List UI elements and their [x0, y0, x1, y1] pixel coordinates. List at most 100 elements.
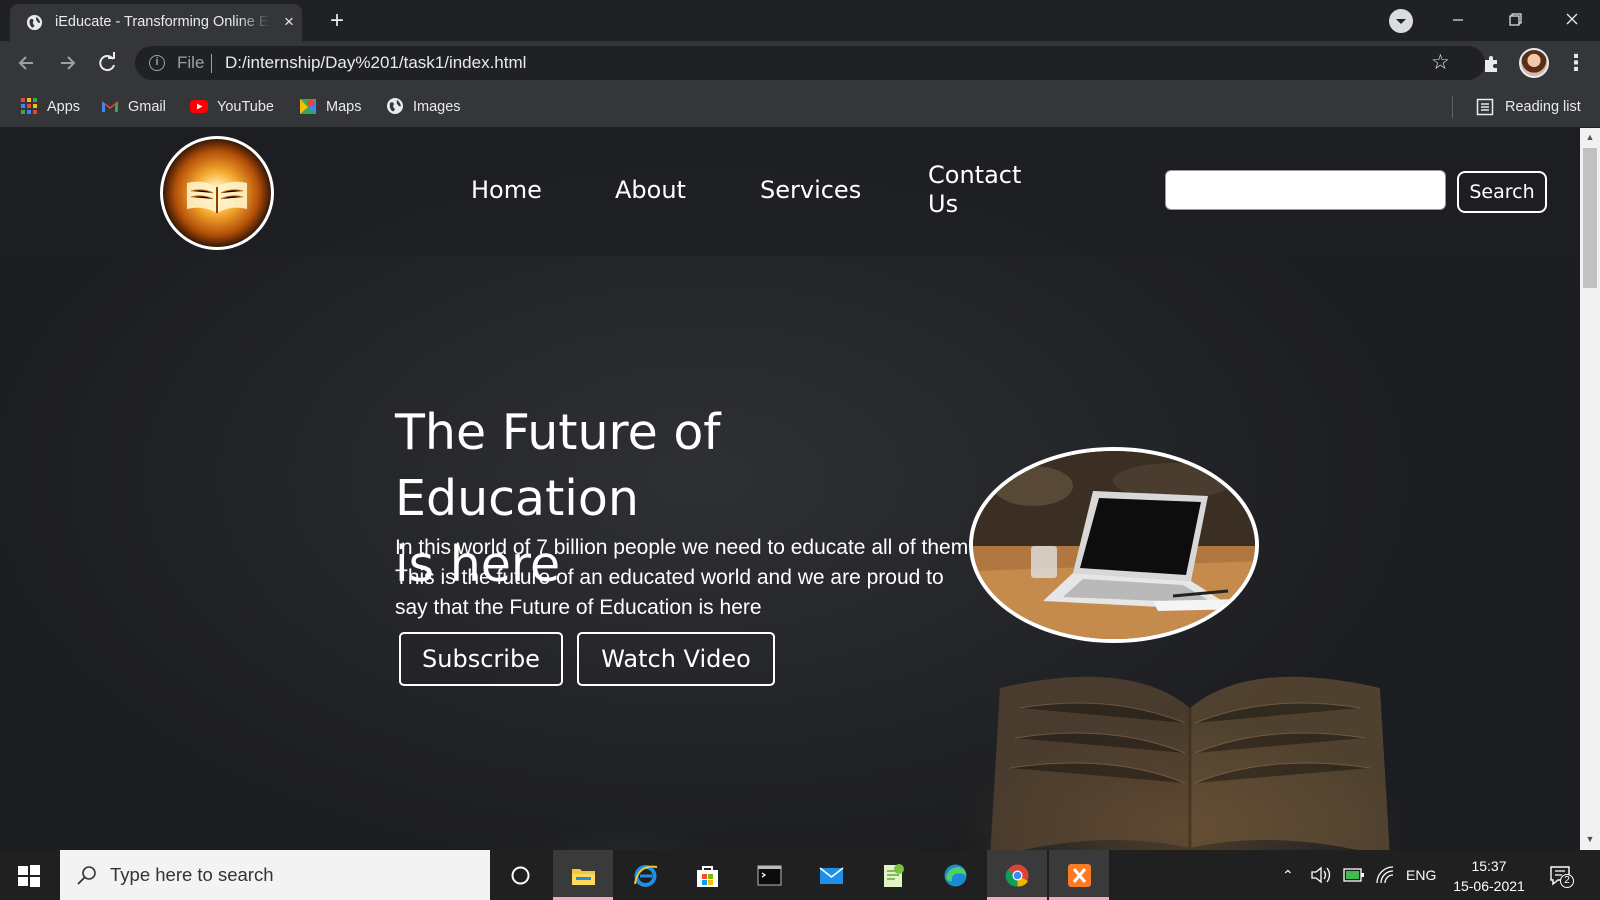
notepad-plus-icon — [884, 864, 904, 887]
laptop-illustration — [973, 451, 1255, 639]
bookmark-label: Gmail — [128, 99, 166, 115]
mail-envelope-icon — [819, 867, 844, 884]
hero-description: In this world of 7 billion people we nee… — [395, 536, 975, 619]
mail-button[interactable] — [801, 850, 861, 900]
bookmarks-bar: Apps Gmail YouTube Maps Images Reading l… — [0, 86, 1600, 128]
browser-tab-active[interactable]: iEducate - Transforming Online Education… — [10, 4, 302, 41]
page-scrollbar[interactable]: ▲ ▼ — [1580, 128, 1600, 850]
edge-button[interactable] — [925, 850, 985, 900]
scroll-down-arrow-icon[interactable]: ▼ — [1585, 834, 1595, 844]
minimize-icon[interactable] — [1443, 6, 1473, 34]
windows-taskbar: Type here to search ⌃ ENG 15:37 15-06-20… — [0, 850, 1600, 900]
clock-time: 15:37 — [1471, 858, 1507, 874]
site-search-input[interactable] — [1165, 170, 1446, 210]
extensions-puzzle-icon[interactable] — [1480, 51, 1504, 75]
chrome-icon — [1005, 864, 1029, 887]
internet-explorer-icon — [634, 865, 658, 887]
task-view-icon — [511, 866, 530, 885]
new-tab-button[interactable]: + — [323, 8, 351, 36]
browser-toolbar: i File D:/internship/Day%201/task1/index… — [0, 41, 1600, 86]
watch-video-button[interactable]: Watch Video — [577, 632, 775, 686]
book-logo[interactable] — [160, 136, 274, 250]
file-explorer-button[interactable] — [553, 850, 613, 900]
windows-start-icon[interactable] — [18, 865, 40, 887]
tab-search-icon[interactable] — [1389, 9, 1413, 33]
bookmarks-divider — [1452, 96, 1453, 118]
bookmark-apps[interactable]: Apps — [20, 96, 80, 118]
search-icon — [77, 866, 96, 885]
back-arrow-icon[interactable] — [13, 49, 41, 77]
browser-tab-strip: iEducate - Transforming Online Education… — [0, 0, 1600, 41]
notepad-plus-button[interactable] — [863, 850, 923, 900]
browser-menu-icon[interactable]: ⋮ — [1565, 49, 1587, 77]
url-scheme-label: File — [177, 53, 205, 72]
reading-list-icon — [1476, 98, 1494, 116]
xampp-button[interactable] — [1049, 850, 1109, 900]
url-text[interactable]: D:/internship/Day%201/task1/index.html — [225, 53, 526, 73]
laptop-hero-image — [969, 447, 1259, 643]
site-info-icon[interactable]: i — [149, 55, 165, 71]
task-view-button[interactable] — [490, 850, 550, 900]
internet-explorer-button[interactable] — [615, 850, 675, 900]
restore-icon[interactable] — [1500, 6, 1530, 34]
taskbar-search-box[interactable]: Type here to search — [60, 850, 490, 900]
notification-count-badge: 2 — [1560, 874, 1574, 888]
profile-avatar[interactable] — [1519, 48, 1549, 78]
page-viewport: Home About Services Contact Us Search Th… — [0, 128, 1580, 850]
site-navbar: Home About Services Contact Us Search — [0, 128, 1580, 256]
apps-grid-icon — [21, 98, 37, 114]
reading-list-button[interactable]: Reading list — [1505, 96, 1581, 118]
hero-title-line1: The Future of Education — [395, 404, 721, 527]
terminal-icon — [757, 865, 782, 886]
nav-services[interactable]: Services — [760, 176, 861, 205]
chrome-button[interactable] — [987, 850, 1047, 900]
bookmark-star-icon[interactable]: ☆ — [1431, 50, 1450, 75]
bookmark-gmail[interactable]: Gmail — [101, 96, 166, 118]
notification-center-button[interactable]: 2 — [1548, 863, 1574, 889]
gmail-icon — [102, 101, 118, 112]
globe-icon — [387, 98, 403, 114]
forward-arrow-icon[interactable] — [53, 49, 81, 77]
site-search-button[interactable]: Search — [1457, 171, 1547, 213]
bookmark-label: YouTube — [217, 99, 274, 115]
store-bag-icon — [697, 866, 718, 887]
url-separator — [211, 54, 212, 73]
tab-title: iEducate - Transforming Online Education — [55, 14, 270, 30]
nav-contact-line2: Us — [928, 190, 959, 218]
terminal-button[interactable] — [739, 850, 799, 900]
bookmark-maps[interactable]: Maps — [299, 96, 361, 118]
bookmark-label: Apps — [47, 99, 81, 115]
language-indicator[interactable]: ENG — [1406, 865, 1436, 885]
wifi-icon[interactable] — [1375, 865, 1397, 885]
system-clock[interactable]: 15:37 15-06-2021 — [1444, 856, 1534, 896]
bookmark-youtube[interactable]: YouTube — [190, 96, 274, 118]
volume-icon[interactable] — [1310, 865, 1332, 885]
folder-icon — [572, 869, 595, 885]
subscribe-button[interactable]: Subscribe — [399, 632, 563, 686]
clock-date: 15-06-2021 — [1453, 878, 1525, 894]
battery-icon[interactable] — [1343, 866, 1365, 884]
open-book-background-image — [990, 676, 1390, 850]
xampp-icon — [1068, 864, 1091, 887]
edge-icon — [944, 864, 967, 887]
scrollbar-thumb[interactable] — [1583, 148, 1597, 288]
nav-home[interactable]: Home — [471, 176, 542, 205]
youtube-icon — [190, 100, 208, 113]
maps-icon — [300, 99, 316, 114]
bookmark-label: Images — [413, 99, 461, 115]
address-bar[interactable]: i File D:/internship/Day%201/task1/index… — [135, 46, 1485, 80]
microsoft-store-button[interactable] — [677, 850, 737, 900]
taskbar-search-placeholder: Type here to search — [110, 864, 274, 885]
tab-close-icon[interactable]: × — [280, 13, 298, 31]
bookmark-label: Maps — [326, 99, 362, 115]
scroll-up-arrow-icon[interactable]: ▲ — [1585, 132, 1595, 142]
globe-icon — [26, 14, 43, 31]
nav-about[interactable]: About — [615, 176, 686, 205]
open-book-icon — [187, 181, 247, 213]
reload-icon[interactable] — [93, 49, 121, 77]
nav-contact-us[interactable]: Contact Us — [928, 161, 1021, 219]
close-window-icon[interactable] — [1557, 6, 1587, 34]
nav-contact-line1: Contact — [928, 161, 1022, 189]
bookmark-images[interactable]: Images — [386, 96, 461, 118]
tray-overflow-chevron-icon[interactable]: ⌃ — [1282, 865, 1294, 885]
